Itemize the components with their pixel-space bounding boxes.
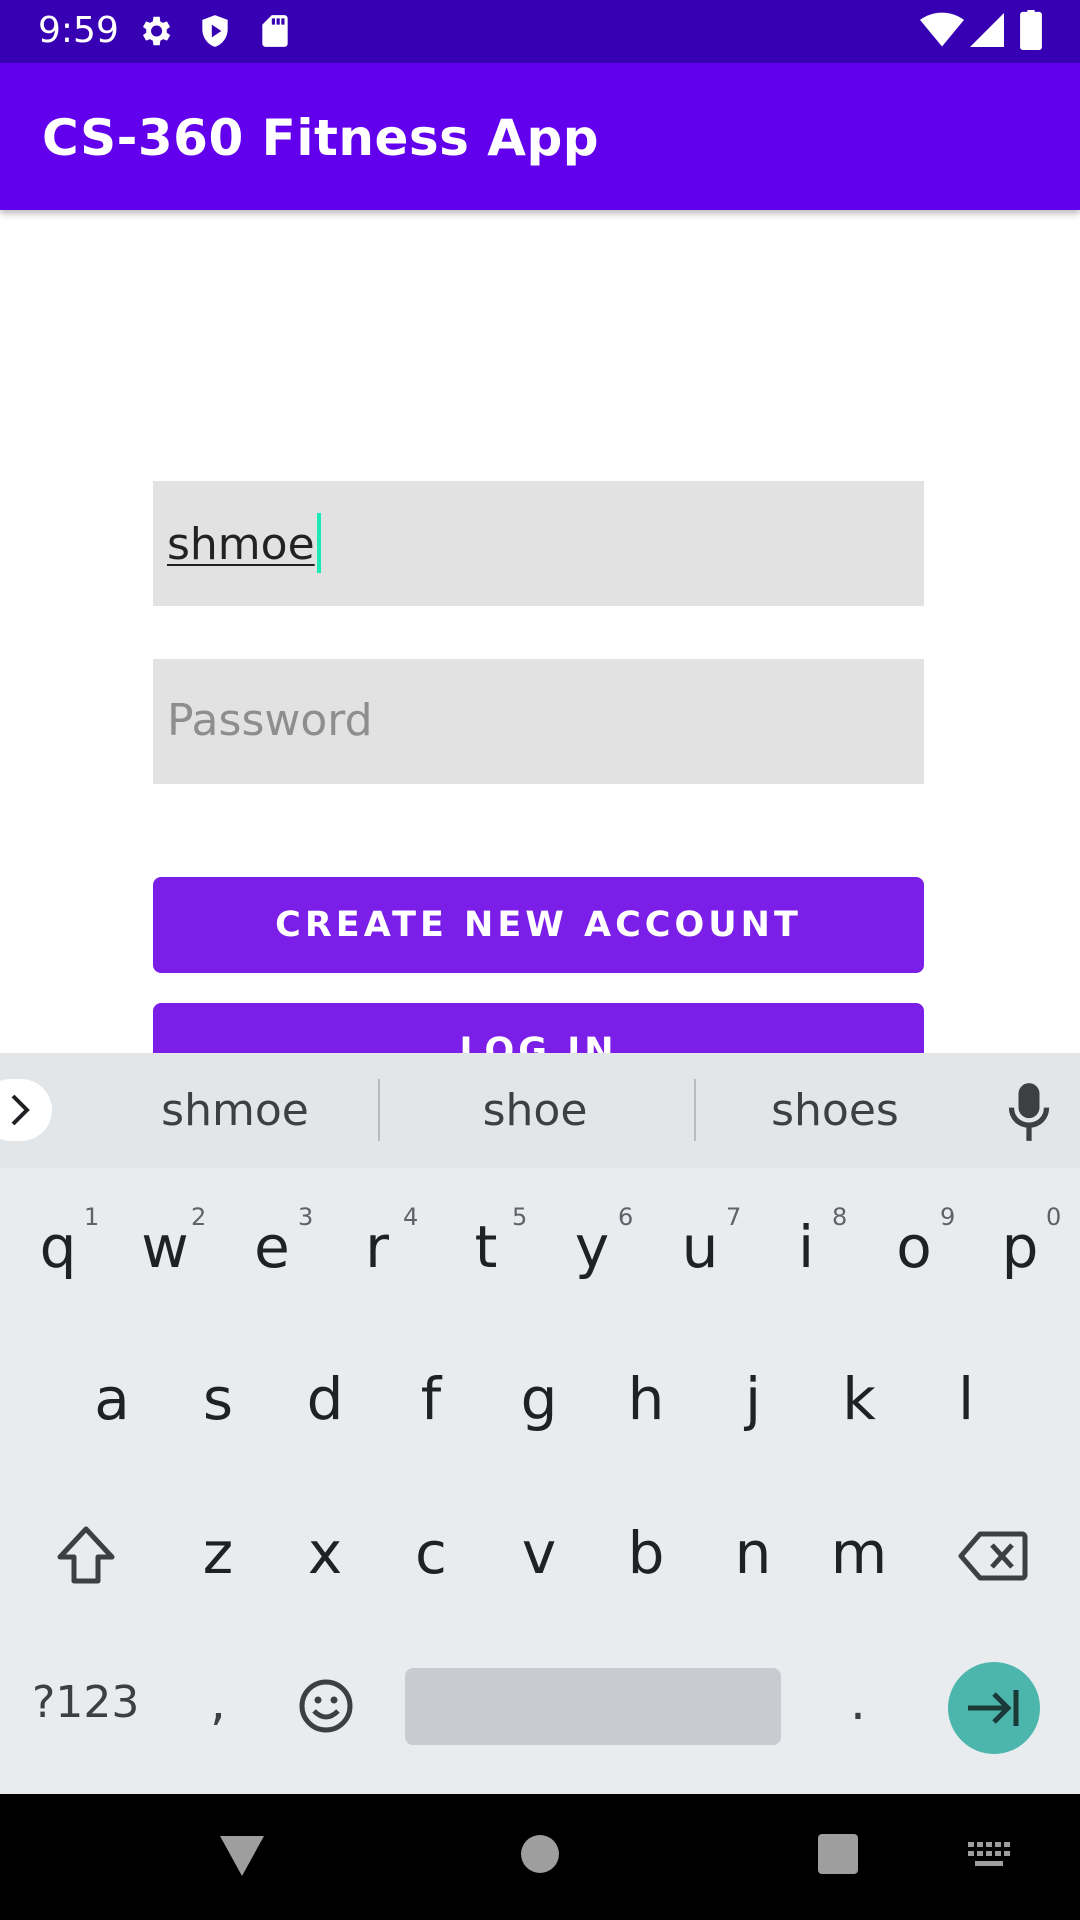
back-triangle-icon[interactable] <box>218 1834 266 1878</box>
suggestion-divider <box>694 1079 696 1141</box>
wifi-icon <box>920 12 964 47</box>
key-g[interactable]: g <box>499 1365 579 1433</box>
gear-icon <box>142 16 171 46</box>
key-c[interactable]: c <box>391 1519 471 1587</box>
suggestion-bar: shmoe shoe shoes <box>0 1053 1080 1168</box>
key-n[interactable]: n <box>713 1519 793 1587</box>
key-b[interactable]: b <box>606 1519 686 1587</box>
key-l[interactable]: l <box>926 1365 1006 1433</box>
key-m[interactable]: m <box>819 1519 899 1587</box>
app-bar: CS-360 Fitness App <box>0 63 1080 210</box>
comma-key[interactable]: , <box>210 1673 226 1731</box>
username-value: shmoe <box>167 519 315 570</box>
status-time: 9:59 <box>38 10 119 51</box>
key-hint-0: 0 <box>1046 1203 1062 1231</box>
key-hint-2: 2 <box>191 1203 207 1231</box>
next-arrow-icon <box>968 1690 1019 1726</box>
suggestion-divider <box>378 1079 380 1141</box>
shield-play-icon <box>202 15 228 47</box>
key-hint-4: 4 <box>403 1203 419 1231</box>
password-placeholder: Password <box>167 695 373 746</box>
shift-icon[interactable] <box>55 1525 117 1585</box>
key-z[interactable]: z <box>178 1519 258 1587</box>
suggestion-2[interactable]: shoe <box>440 1085 630 1136</box>
key-hint-9: 9 <box>940 1203 956 1231</box>
key-hint-6: 6 <box>618 1203 634 1231</box>
keyboard-switch-icon[interactable] <box>968 1842 1010 1870</box>
key-hint-1: 1 <box>84 1203 100 1231</box>
key-hint-3: 3 <box>298 1203 314 1231</box>
expand-toolbar-button[interactable] <box>0 1079 52 1141</box>
username-field[interactable]: shmoe <box>153 481 924 606</box>
key-s[interactable]: s <box>178 1365 258 1433</box>
suggestion-3[interactable]: shoes <box>740 1085 930 1136</box>
signal-icon <box>970 13 1004 47</box>
key-k[interactable]: k <box>819 1365 899 1433</box>
key-hint-7: 7 <box>726 1203 742 1231</box>
login-button[interactable]: LOG IN <box>153 1003 924 1053</box>
key-x[interactable]: x <box>285 1519 365 1587</box>
create-account-button[interactable]: CREATE NEW ACCOUNT <box>153 877 924 973</box>
chevron-right-icon <box>11 1094 30 1126</box>
backspace-icon[interactable] <box>958 1531 1028 1581</box>
sd-card-icon <box>262 15 288 47</box>
emoji-icon[interactable] <box>298 1678 354 1734</box>
app-title: CS-360 Fitness App <box>42 109 600 167</box>
key-f[interactable]: f <box>391 1365 471 1433</box>
key-h[interactable]: h <box>606 1365 686 1433</box>
battery-icon <box>1020 10 1042 50</box>
recents-square-icon[interactable] <box>818 1834 858 1874</box>
home-circle-icon[interactable] <box>520 1834 560 1874</box>
key-a[interactable]: a <box>72 1365 152 1433</box>
navigation-bar <box>0 1794 1080 1920</box>
symbols-key[interactable]: ?123 <box>32 1677 139 1728</box>
period-key[interactable]: . <box>850 1673 866 1731</box>
suggestion-1[interactable]: shmoe <box>140 1085 330 1136</box>
microphone-icon[interactable] <box>1008 1083 1050 1141</box>
space-bar[interactable] <box>405 1668 781 1745</box>
status-bar: 9:59 <box>0 0 1080 63</box>
key-j[interactable]: j <box>713 1365 793 1433</box>
key-v[interactable]: v <box>499 1519 579 1587</box>
key-hint-5: 5 <box>512 1203 528 1231</box>
text-caret <box>316 513 321 573</box>
username-text: shmoe <box>167 513 321 577</box>
enter-button[interactable] <box>948 1662 1040 1754</box>
key-d[interactable]: d <box>285 1365 365 1433</box>
key-hint-8: 8 <box>832 1203 848 1231</box>
soft-keyboard: shmoe shoe shoes ?123 , . q1w2e3 r 4 t 5… <box>0 1053 1080 1794</box>
password-field[interactable]: Password <box>153 659 924 784</box>
